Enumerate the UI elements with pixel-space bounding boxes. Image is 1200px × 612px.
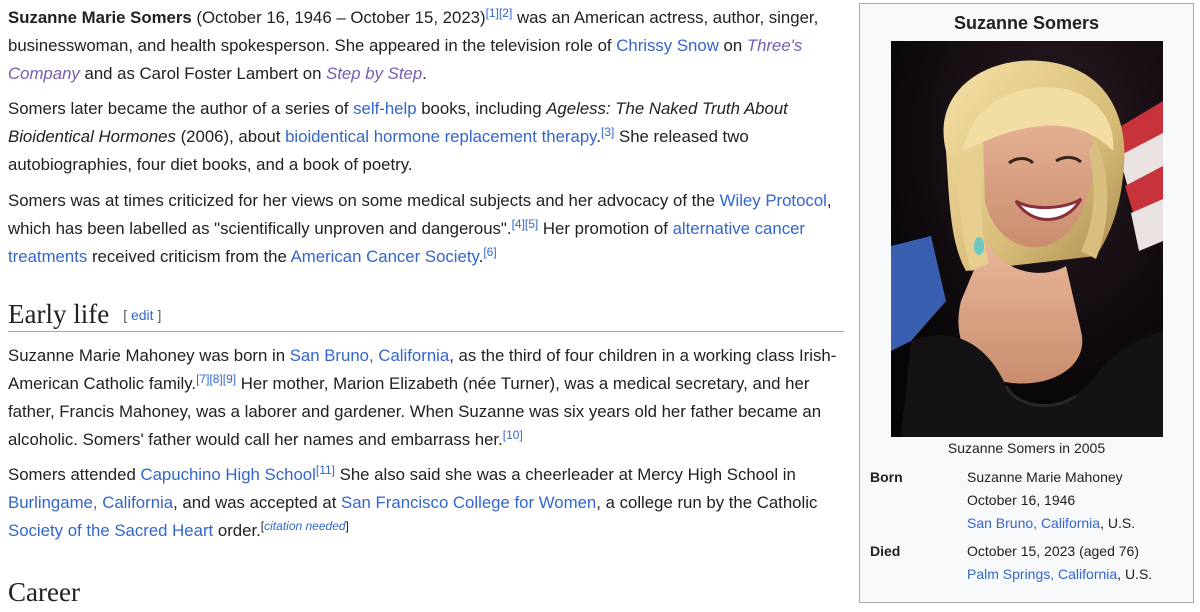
section-heading-career: Career (8, 577, 80, 607)
link-american-cancer-society[interactable]: American Cancer Society (291, 247, 479, 266)
subject-name: Suzanne Marie Somers (8, 8, 192, 27)
link-wiley-protocol[interactable]: Wiley Protocol (720, 191, 827, 210)
ref-7[interactable]: [7] (196, 372, 209, 386)
ref-4[interactable]: [4] (512, 217, 525, 231)
edit-section: [ edit ] (123, 307, 162, 323)
ref-10[interactable]: [10] (503, 428, 523, 442)
link-born-place[interactable]: San Bruno, California (967, 515, 1100, 531)
born-label: Born (870, 469, 903, 485)
died-place: Palm Springs, California, U.S. (967, 566, 1153, 582)
ref-9[interactable]: [9] (223, 372, 236, 386)
born-place: San Bruno, California, U.S. (967, 515, 1136, 531)
citation-needed-link[interactable]: citation needed (264, 519, 345, 533)
citation-needed: [citation needed] (260, 519, 349, 533)
ref-2[interactable]: [2] (499, 6, 512, 20)
early-life-paragraph-1: Suzanne Marie Mahoney was born in San Br… (8, 346, 837, 449)
ref-6[interactable]: [6] (483, 245, 496, 259)
born-value: Suzanne Marie Mahoney October 16, 1946 S… (967, 466, 1197, 535)
ref-8[interactable]: [8] (209, 372, 222, 386)
link-san-bruno[interactable]: San Bruno, California (290, 346, 450, 365)
link-step-by-step[interactable]: Step by Step (326, 64, 422, 83)
link-chrissy-snow[interactable]: Chrissy Snow (616, 36, 719, 55)
died-date: October 15, 2023 (aged 76) (967, 543, 1140, 559)
intro-paragraph-1: Suzanne Marie Somers (October 16, 1946 –… (8, 6, 819, 83)
born-date: October 16, 1946 (967, 492, 1076, 508)
ref-11[interactable]: [11] (316, 463, 335, 477)
ref-3[interactable]: [3] (601, 125, 614, 139)
intro-paragraph-3: Somers was at times criticized for her v… (8, 191, 832, 266)
ref-5[interactable]: [5] (525, 217, 538, 231)
died-label: Died (870, 543, 901, 559)
infobox-photo[interactable] (891, 41, 1163, 437)
infobox-caption: Suzanne Somers in 2005 (947, 440, 1106, 456)
edit-link[interactable]: edit (131, 307, 154, 323)
link-sf-college-for-women[interactable]: San Francisco College for Women (341, 493, 596, 512)
link-capuchino-high-school[interactable]: Capuchino High School (140, 465, 315, 484)
infobox: Suzanne Somers Suzanne Somers in 2005 Bo… (859, 3, 1194, 603)
portrait-image (891, 41, 1163, 437)
link-society-sacred-heart[interactable]: Society of the Sacred Heart (8, 521, 213, 540)
infobox-title: Suzanne Somers (953, 13, 1100, 33)
ref-1[interactable]: [1] (486, 6, 499, 20)
link-bhrt[interactable]: bioidentical hormone replacement therapy (285, 127, 596, 146)
link-died-place[interactable]: Palm Springs, California (967, 566, 1117, 582)
intro-paragraph-2: Somers later became the author of a seri… (8, 99, 788, 174)
link-self-help[interactable]: self-help (353, 99, 416, 118)
section-heading-early-life: Early life [ edit ] (8, 294, 844, 332)
born-name: Suzanne Marie Mahoney (967, 469, 1123, 485)
early-life-heading: Early life (8, 299, 110, 329)
early-life-paragraph-2: Somers attended Capuchino High School[11… (8, 463, 818, 540)
died-value: October 15, 2023 (aged 76) Palm Springs,… (967, 540, 1197, 586)
link-burlingame[interactable]: Burlingame, California (8, 493, 173, 512)
